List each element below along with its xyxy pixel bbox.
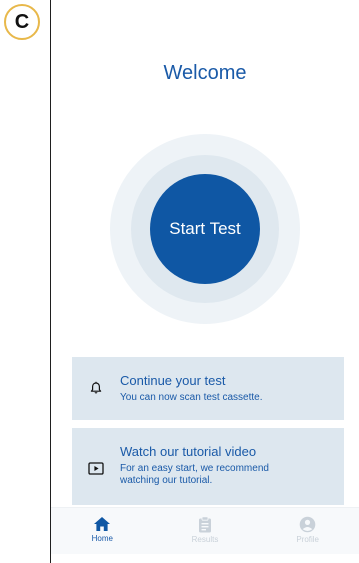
home-icon: [94, 517, 111, 531]
page-title: Welcome: [163, 62, 247, 84]
card-title: Continue your test: [120, 373, 226, 388]
tab-label: Results: [191, 535, 219, 544]
card-subtitle-line: For an easy start, we recommend: [120, 463, 269, 474]
continue-test-card[interactable]: Continue your test You can now scan test…: [72, 357, 344, 420]
bell-icon: [72, 373, 120, 395]
tutorial-video-card[interactable]: Watch our tutorial video For an easy sta…: [72, 428, 344, 505]
tab-label: Profile: [296, 535, 320, 544]
phone-screen: Welcome Start Test Continue your test Yo…: [50, 0, 359, 563]
card-subtitle: You can now scan test cassette.: [120, 392, 263, 403]
tab-label: Home: [91, 534, 113, 543]
card-subtitle-line: watching our tutorial.: [120, 475, 213, 486]
panel-label: C: [4, 4, 40, 40]
tab-results[interactable]: Results: [154, 508, 257, 554]
card-title: Watch our tutorial video: [120, 444, 257, 459]
tab-bar: Home Results Profile: [51, 507, 359, 554]
video-play-icon: [72, 444, 120, 475]
tab-home[interactable]: Home: [51, 508, 154, 554]
tab-profile[interactable]: Profile: [256, 508, 359, 554]
user-icon: [299, 516, 316, 533]
start-test-button[interactable]: Start Test: [150, 174, 260, 284]
clipboard-icon: [199, 516, 211, 533]
